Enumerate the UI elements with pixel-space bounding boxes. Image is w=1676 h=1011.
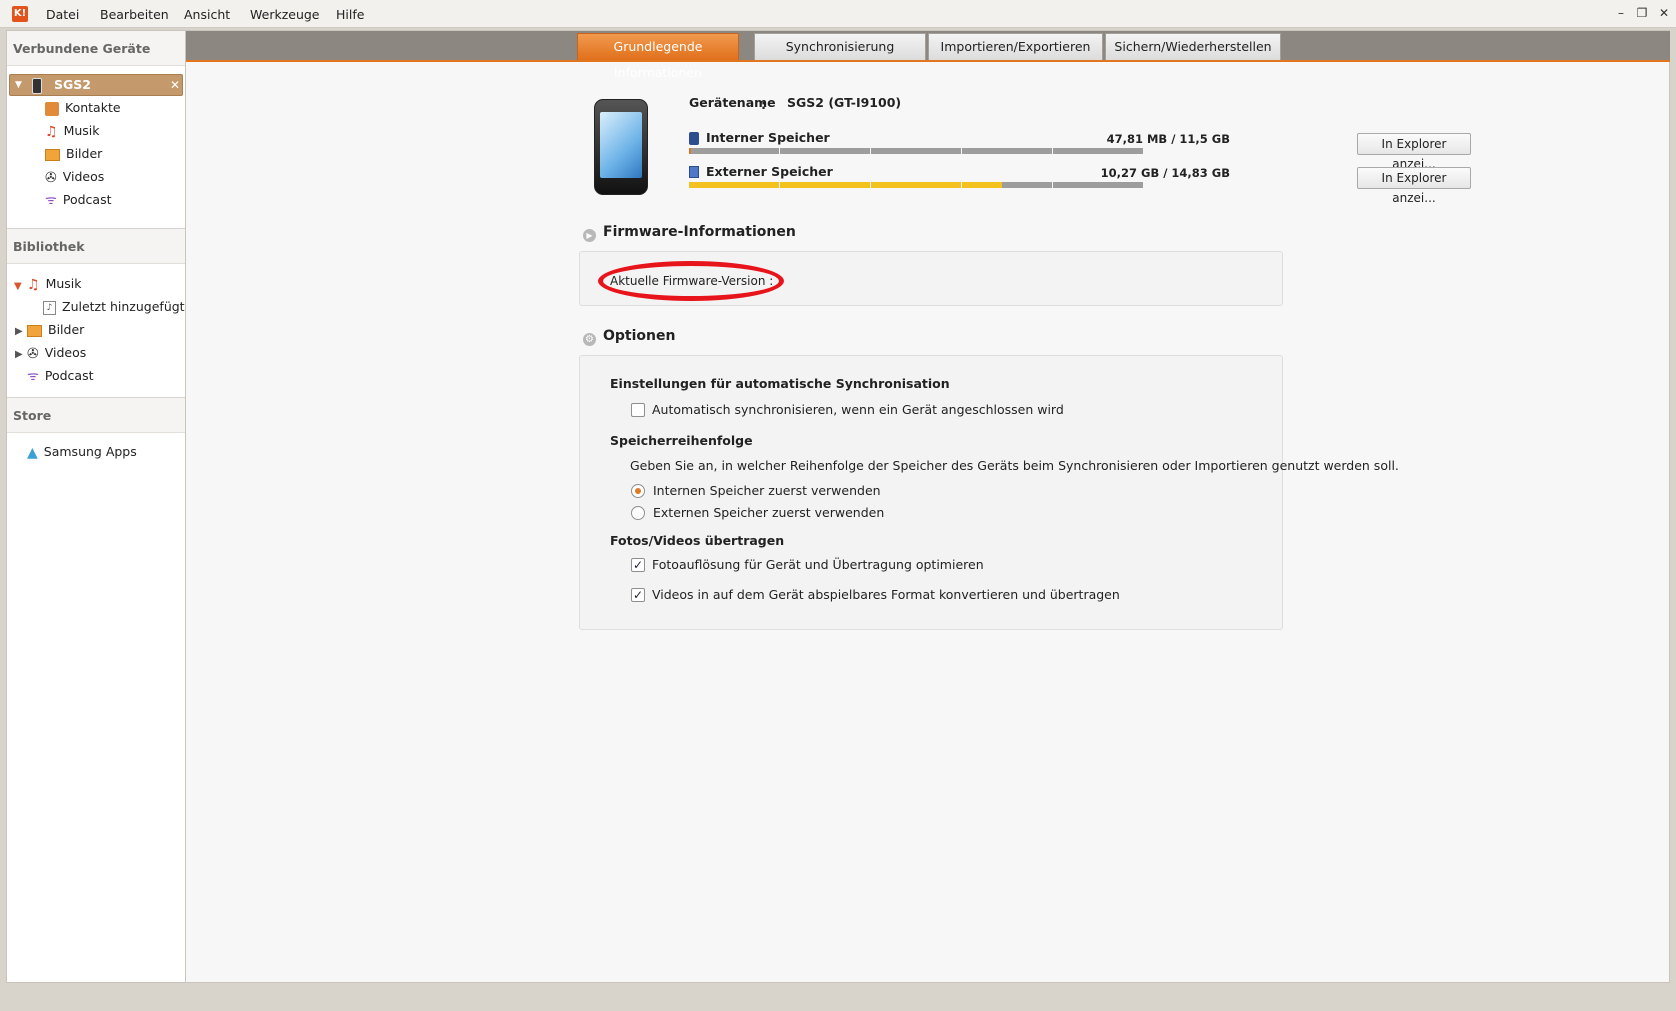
internal-first-label[interactable]: Internen Speicher zuerst verwenden (653, 483, 881, 498)
menu-datei[interactable]: Datei (46, 7, 79, 22)
internal-storage-fill (689, 148, 691, 154)
connected-devices-header: Verbundene Geräte (7, 31, 185, 66)
sidebar-item-label: Musik (63, 123, 100, 138)
auto-sync-label[interactable]: Automatisch synchronisieren, wenn ein Ge… (652, 402, 1064, 417)
firmware-section-title: Firmware-Informationen (603, 224, 796, 240)
external-storage-usage: 10,27 GB / 14,83 GB (1100, 166, 1230, 180)
video-convert-label[interactable]: Videos in auf dem Gerät abspielbares For… (652, 587, 1120, 602)
podcast-icon: ᯤ (27, 368, 39, 384)
device-name-value: SGS2 (GT-I9100) (787, 95, 902, 110)
external-storage-fill (689, 182, 1002, 188)
menu-ansicht[interactable]: Ansicht (184, 7, 230, 22)
internal-first-radio[interactable] (631, 484, 645, 498)
options-section-title: Optionen (603, 328, 676, 344)
tab-grundlegende-informationen[interactable]: Grundlegende Informationen (577, 33, 739, 80)
videos-icon: ✇ (27, 345, 39, 362)
external-first-label[interactable]: Externen Speicher zuerst verwenden (653, 505, 884, 520)
sidebar-item-videos[interactable]: ✇ Videos (45, 167, 104, 187)
sidebar-item-label: Zuletzt hinzugefügt (62, 299, 185, 314)
menu-hilfe[interactable]: Hilfe (336, 7, 364, 22)
storage-order-description: Geben Sie an, in welcher Reihenfolge der… (630, 458, 1399, 473)
chevron-down-icon[interactable]: ▼ (15, 75, 22, 95)
store-item-samsung-apps[interactable]: ▲ Samsung Apps (27, 442, 137, 462)
device-screen (600, 112, 642, 178)
photo-optimize-checkbox[interactable]: ✓ (631, 558, 645, 572)
recent-icon: ♪ (43, 300, 56, 315)
tab-importieren-exportieren[interactable]: Importieren/Exportieren (928, 33, 1103, 60)
sidebar-item-kontakte[interactable]: Kontakte (45, 98, 121, 118)
close-icon[interactable]: ✕ (1657, 6, 1671, 20)
sidebar-item-label: Musik (45, 276, 82, 291)
video-convert-checkbox[interactable]: ✓ (631, 588, 645, 602)
device-name: SGS2 (54, 77, 91, 92)
internal-storage-label: Interner Speicher (706, 130, 830, 145)
library-item-podcast[interactable]: ᯤ Podcast (27, 366, 94, 386)
firmware-version-label: Aktuelle Firmware-Version : (610, 274, 774, 288)
internal-storage-bar (689, 148, 1143, 154)
restore-icon[interactable]: ❐ (1635, 6, 1649, 20)
sidebar-item-label: Samsung Apps (43, 444, 137, 459)
app-logo-icon: K! (12, 6, 28, 22)
photo-optimize-label[interactable]: Fotoauflösung für Gerät und Übertragung … (652, 557, 984, 572)
library-item-bilder[interactable]: Bilder (27, 320, 84, 340)
sidebar-device-sgs2[interactable]: ▼ SGS2 ✕ (9, 74, 183, 96)
main-panel: Grundlegende Informationen Synchronisier… (186, 30, 1670, 983)
phone-icon (32, 78, 42, 94)
auto-sync-checkbox[interactable] (631, 403, 645, 417)
library-item-recent[interactable]: ♪ Zuletzt hinzugefügt (43, 297, 185, 317)
pictures-icon (45, 148, 60, 161)
sidebar-item-label: Bilder (66, 146, 103, 161)
gear-icon: ⚙ (583, 333, 596, 346)
pictures-icon (27, 324, 42, 337)
sidebar-item-label: Podcast (62, 192, 112, 207)
disconnect-icon[interactable]: ✕ (170, 75, 180, 95)
sidebar-item-podcast[interactable]: ᯤ Podcast (45, 190, 112, 210)
internal-storage-usage: 47,81 MB / 11,5 GB (1106, 132, 1230, 146)
tab-bar: Grundlegende Informationen Synchronisier… (186, 31, 1670, 80)
status-bar (0, 985, 1676, 1011)
sidebar-item-label: Videos (44, 345, 87, 360)
chevron-down-icon[interactable]: ▼ (14, 281, 22, 292)
store-header: Store (7, 398, 185, 433)
menu-werkzeuge[interactable]: Werkzeuge (250, 7, 320, 22)
external-storage-label: Externer Speicher (706, 164, 833, 179)
external-storage-icon (689, 166, 699, 178)
external-first-radio[interactable] (631, 506, 645, 520)
library-item-musik[interactable]: ♫ Musik (27, 274, 82, 294)
tab-sichern-wiederherstellen[interactable]: Sichern/Wiederherstellen (1105, 33, 1281, 60)
library-header: Bibliothek (7, 229, 185, 264)
device-image (594, 99, 648, 195)
sidebar-item-label: Bilder (48, 322, 85, 337)
tab-synchronisierung[interactable]: Synchronisierung (754, 33, 926, 60)
videos-icon: ✇ (45, 169, 57, 186)
device-name-separator: : (761, 97, 766, 112)
storage-order-heading: Speicherreihenfolge (610, 433, 753, 448)
menu-bar: K! Datei Bearbeiten Ansicht Werkzeuge Hi… (0, 0, 1676, 28)
sidebar-item-label: Kontakte (65, 100, 121, 115)
sidebar-item-label: Videos (62, 169, 105, 184)
auto-sync-heading: Einstellungen für automatische Synchroni… (610, 376, 950, 391)
podcast-icon: ᯤ (45, 192, 57, 208)
external-storage-bar (689, 182, 1143, 188)
menu-bearbeiten[interactable]: Bearbeiten (100, 7, 169, 22)
music-icon: ♫ (45, 123, 58, 140)
contacts-icon (45, 101, 59, 116)
transfer-heading: Fotos/Videos übertragen (610, 533, 785, 548)
external-explorer-button[interactable]: In Explorer anzei... (1357, 167, 1471, 205)
internal-storage-icon (689, 132, 699, 145)
chevron-right-icon[interactable]: ▶ (15, 326, 23, 337)
sidebar-item-label: Podcast (44, 368, 94, 383)
expand-play-icon[interactable]: ▶ (583, 229, 596, 242)
sidebar-item-bilder[interactable]: Bilder (45, 144, 102, 164)
sidebar: Verbundene Geräte ▼ SGS2 ✕ Kontakte ♫ Mus… (6, 30, 186, 983)
music-icon: ♫ (27, 276, 40, 293)
chevron-right-icon[interactable]: ▶ (15, 349, 23, 360)
internal-explorer-button[interactable]: In Explorer anzei... (1357, 133, 1471, 171)
samsung-apps-icon: ▲ (27, 444, 38, 461)
library-item-videos[interactable]: ✇ Videos (27, 343, 86, 363)
sidebar-item-musik[interactable]: ♫ Musik (45, 121, 100, 141)
minimize-icon[interactable]: – (1614, 6, 1628, 20)
